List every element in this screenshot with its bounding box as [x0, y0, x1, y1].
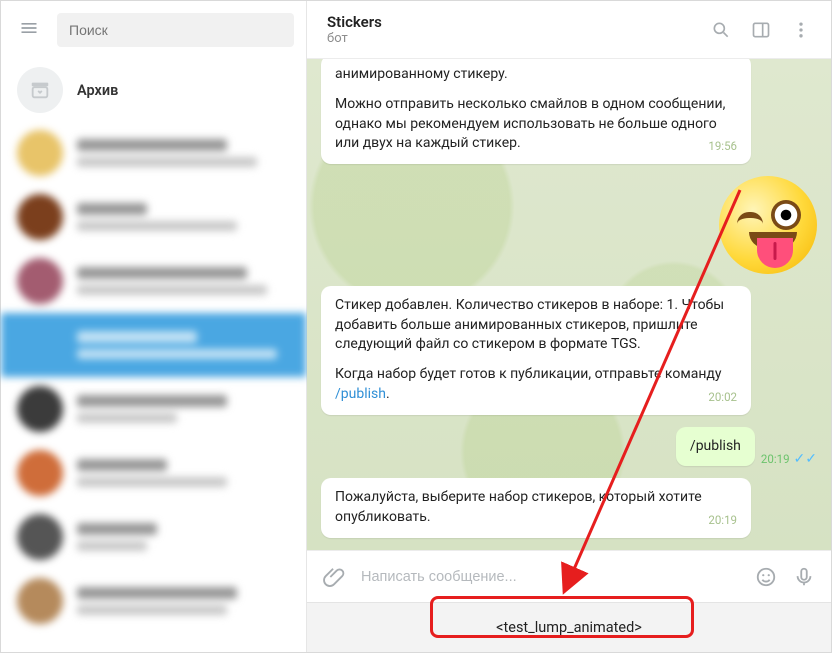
sidebar: Архив: [1, 1, 307, 652]
chat-body[interactable]: анимированному стикеру. Можно отправить …: [307, 59, 831, 550]
emoji-icon[interactable]: [755, 566, 777, 588]
search-box[interactable]: [57, 13, 294, 47]
chat-title[interactable]: Stickers: [327, 13, 382, 31]
read-ticks-icon: ✓✓: [794, 452, 817, 466]
chat-list-item[interactable]: [1, 505, 306, 569]
search-input[interactable]: [69, 22, 282, 38]
publish-command-link[interactable]: /publish: [335, 386, 386, 402]
archive-icon: [17, 67, 63, 113]
bot-suggestion-bar[interactable]: <test_lump_animated>: [307, 602, 831, 652]
message-time: 20:02: [708, 389, 737, 405]
message-time: 19:56: [708, 138, 737, 154]
chat-list-item[interactable]: [1, 569, 306, 633]
message-input[interactable]: [361, 569, 739, 585]
archive-label: Архив: [77, 82, 118, 99]
message-input-bar: [307, 550, 831, 602]
archive-row[interactable]: Архив: [1, 59, 306, 121]
wink-sticker[interactable]: [719, 176, 817, 274]
search-in-chat-icon[interactable]: [711, 20, 731, 40]
attach-icon[interactable]: [323, 566, 345, 588]
more-menu-icon[interactable]: [791, 20, 811, 40]
chat-panel: Stickers бот анимированному стикеру. Мож…: [307, 1, 831, 652]
chat-list-item[interactable]: [1, 313, 306, 377]
message-outgoing[interactable]: /publish: [676, 427, 755, 467]
voice-mic-icon[interactable]: [793, 566, 815, 588]
message-incoming[interactable]: Пожалуйста, выберите набор стикеров, кот…: [321, 478, 751, 538]
chat-list-item[interactable]: [1, 185, 306, 249]
chat-list-item[interactable]: [1, 377, 306, 441]
chat-list-item[interactable]: [1, 121, 306, 185]
chat-subtitle: бот: [327, 31, 382, 46]
side-panel-icon[interactable]: [751, 20, 771, 40]
hamburger-menu-icon[interactable]: [13, 12, 45, 49]
chat-list: [1, 121, 306, 652]
message-incoming[interactable]: анимированному стикеру. Можно отправить …: [321, 59, 751, 164]
bot-suggestion-text[interactable]: <test_lump_animated>: [496, 619, 642, 636]
chat-list-item[interactable]: [1, 249, 306, 313]
message-time: 20:19: [708, 512, 737, 528]
chat-header: Stickers бот: [307, 1, 831, 59]
message-time: 20:19: [761, 452, 790, 466]
chat-list-item[interactable]: [1, 441, 306, 505]
message-incoming[interactable]: Стикер добавлен. Количество стикеров в н…: [321, 286, 751, 414]
